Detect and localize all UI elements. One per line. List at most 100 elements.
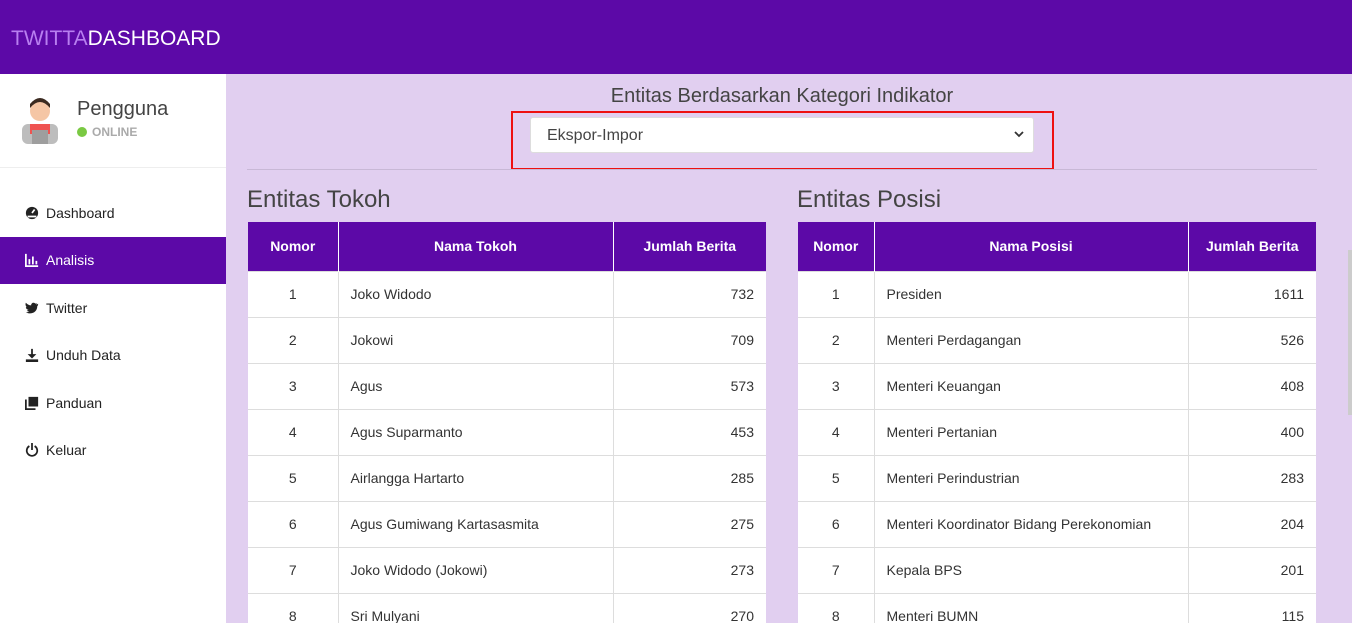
row-number: 2	[798, 316, 875, 363]
row-number: 1	[798, 270, 875, 317]
row-number: 5	[798, 454, 875, 501]
posisi-table-title: Entitas Posisi	[797, 186, 942, 213]
row-number: 4	[248, 408, 339, 455]
row-count: 204	[1188, 500, 1316, 547]
sidebar-menu: Dashboard Analisis Twitter Unduh Data Pa…	[0, 189, 226, 474]
user-panel: Pengguna ONLINE	[0, 74, 226, 168]
row-name: Joko Widodo (Jokowi)	[338, 546, 614, 593]
sidebar: Pengguna ONLINE Dashboard Analisis Twitt…	[0, 74, 226, 623]
download-icon	[24, 347, 40, 363]
table-row: 6 Agus Gumiwang Kartasasmita 275	[248, 500, 766, 547]
user-name: Pengguna	[77, 98, 169, 120]
sidebar-item-unduh-data[interactable]: Unduh Data	[0, 332, 226, 380]
row-name: Menteri Keuangan	[874, 362, 1189, 409]
column-header[interactable]: Nomor	[248, 222, 339, 271]
divider	[247, 169, 1317, 170]
row-count: 283	[1188, 454, 1316, 501]
avatar	[22, 98, 58, 144]
row-number: 2	[248, 316, 339, 363]
row-count: 270	[613, 592, 766, 623]
row-number: 6	[248, 500, 339, 547]
row-count: 408	[1188, 362, 1316, 409]
table-row: 3 Agus 573	[248, 362, 766, 409]
table-row: 7 Kepala BPS 201	[798, 546, 1316, 593]
user-status-label: ONLINE	[92, 125, 138, 139]
row-number: 8	[248, 592, 339, 623]
column-header[interactable]: Jumlah Berita	[1188, 222, 1316, 271]
table-row: 7 Joko Widodo (Jokowi) 273	[248, 546, 766, 593]
row-count: 709	[613, 316, 766, 363]
row-count: 526	[1188, 316, 1316, 363]
tokoh-table-title: Entitas Tokoh	[247, 186, 391, 213]
brand-part1: TWITTA	[11, 27, 88, 50]
row-number: 3	[248, 362, 339, 409]
top-bar: TWITTADASHBOARD	[0, 0, 1352, 74]
sidebar-item-twitter[interactable]: Twitter	[0, 284, 226, 332]
sidebar-item-panduan[interactable]: Panduan	[0, 379, 226, 427]
sidebar-item-label: Twitter	[46, 299, 88, 316]
row-name: Agus	[338, 362, 614, 409]
user-status: ONLINE	[77, 125, 137, 139]
table-row: 6 Menteri Koordinator Bidang Perekonomian…	[798, 500, 1316, 547]
category-select-value: Ekspor-Impor	[547, 127, 644, 144]
brand-logo[interactable]: TWITTADASHBOARD	[11, 27, 221, 51]
row-number: 5	[248, 454, 339, 501]
table-row: 2 Menteri Perdagangan 526	[798, 316, 1316, 363]
row-name: Airlangga Hartarto	[338, 454, 614, 501]
row-number: 1	[248, 270, 339, 317]
twitter-icon	[24, 300, 40, 316]
brand-part2: DASHBOARD	[87, 27, 221, 50]
row-number: 7	[248, 546, 339, 593]
table-row: 8 Sri Mulyani 270	[248, 592, 766, 623]
tokoh-table: Nomor Nama Tokoh Jumlah Berita 1 Joko Wid…	[248, 222, 766, 623]
scrollbar-thumb[interactable]	[1348, 250, 1352, 415]
table-row: 1 Presiden 1611	[798, 270, 1316, 317]
row-name: Menteri Perdagangan	[874, 316, 1189, 363]
row-number: 6	[798, 500, 875, 547]
column-header[interactable]: Jumlah Berita	[613, 222, 766, 271]
table-row: 4 Agus Suparmanto 453	[248, 408, 766, 455]
table-row: 3 Menteri Keuangan 408	[798, 362, 1316, 409]
row-count: 732	[613, 270, 766, 317]
column-header[interactable]: Nama Posisi	[874, 222, 1189, 271]
row-name: Joko Widodo	[338, 270, 614, 317]
row-count: 453	[613, 408, 766, 455]
table-row: 1 Joko Widodo 732	[248, 270, 766, 317]
sidebar-item-dashboard[interactable]: Dashboard	[0, 189, 226, 237]
row-name: Menteri BUMN	[874, 592, 1189, 623]
row-name: Sri Mulyani	[338, 592, 614, 623]
table-row: 5 Menteri Perindustrian 283	[798, 454, 1316, 501]
chevron-down-icon	[1014, 131, 1024, 138]
column-header[interactable]: Nama Tokoh	[338, 222, 614, 271]
power-icon	[24, 442, 40, 458]
row-name: Agus Gumiwang Kartasasmita	[338, 500, 614, 547]
table-row: 5 Airlangga Hartarto 285	[248, 454, 766, 501]
sidebar-item-label: Keluar	[46, 442, 87, 459]
table-row: 2 Jokowi 709	[248, 316, 766, 363]
row-count: 201	[1188, 546, 1316, 593]
sidebar-item-keluar[interactable]: Keluar	[0, 427, 226, 475]
online-dot-icon	[77, 127, 87, 137]
row-number: 3	[798, 362, 875, 409]
table-header-row: Nomor Nama Posisi Jumlah Berita	[798, 222, 1316, 271]
column-header[interactable]: Nomor	[798, 222, 875, 271]
table-header-row: Nomor Nama Tokoh Jumlah Berita	[248, 222, 766, 271]
row-name: Menteri Perindustrian	[874, 454, 1189, 501]
main-content: Entitas Berdasarkan Kategori Indikator E…	[226, 74, 1352, 623]
row-count: 273	[613, 546, 766, 593]
sidebar-item-label: Dashboard	[46, 204, 115, 221]
copy-icon	[24, 395, 40, 411]
row-name: Presiden	[874, 270, 1189, 317]
row-count: 275	[613, 500, 766, 547]
row-name: Menteri Pertanian	[874, 408, 1189, 455]
category-select[interactable]: Ekspor-Impor	[530, 117, 1034, 153]
sidebar-item-label: Analisis	[46, 252, 95, 269]
row-name: Kepala BPS	[874, 546, 1189, 593]
table-row: 8 Menteri BUMN 115	[798, 592, 1316, 623]
table-row: 4 Menteri Pertanian 400	[798, 408, 1316, 455]
bar-chart-icon	[24, 252, 40, 268]
posisi-table: Nomor Nama Posisi Jumlah Berita 1 Preside…	[798, 222, 1316, 623]
sidebar-item-analisis[interactable]: Analisis	[0, 236, 226, 284]
row-name: Jokowi	[338, 316, 614, 363]
sidebar-item-label: Unduh Data	[46, 347, 121, 364]
